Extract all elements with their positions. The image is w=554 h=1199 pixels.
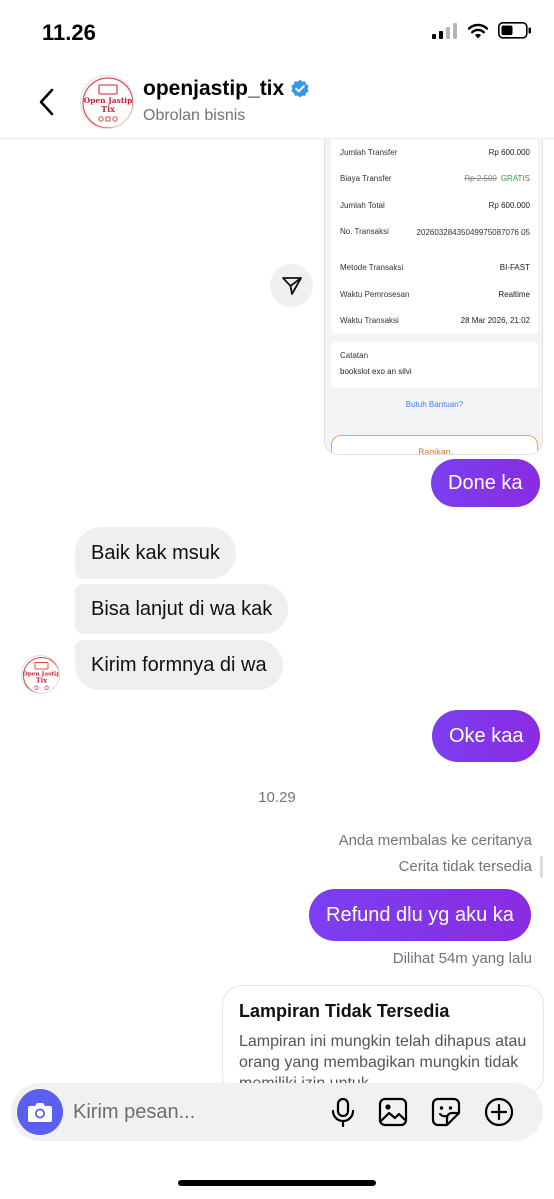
receipt-label: Waktu Transaksi [340, 316, 399, 325]
message-text: Done ka [448, 472, 523, 494]
chat-subtitle: Obrolan bisnis [143, 107, 246, 124]
receipt-label: Jumlah Transfer [340, 148, 398, 157]
message-bubble-incoming[interactable]: Kirim formnya di wa [75, 640, 283, 690]
back-button[interactable] [30, 84, 66, 120]
transaction-id: 20260328435049975087076 05 [416, 228, 530, 237]
username-text: openjastip_tix [143, 77, 285, 100]
message-text: Oke kaa [449, 725, 524, 747]
chevron-left-icon [39, 88, 54, 116]
status-icons [432, 22, 532, 39]
receipt-label: No. Transaksi [340, 227, 389, 236]
verified-badge-icon [291, 79, 309, 98]
story-status: Cerita tidak tersedia [398, 858, 532, 875]
avatar[interactable]: Open Jastip Tix [80, 75, 134, 129]
svg-text:Tix: Tix [36, 677, 47, 685]
receipt-value: Rp 600.000 [488, 148, 530, 157]
send-arrow-icon [281, 276, 302, 295]
receipt-label: Biaya Transfer [340, 174, 392, 183]
receipt-value: Rp 2.500 GRATIS [464, 174, 530, 183]
camera-button[interactable] [17, 1089, 63, 1135]
message-composer [11, 1083, 543, 1141]
shared-receipt-image[interactable]: Jumlah Transfer Rp 600.000 Biaya Transfe… [324, 139, 543, 455]
sender-avatar[interactable]: Open Jastip Tix [21, 655, 60, 694]
seen-status: Dilihat 54m yang lalu [392, 950, 532, 967]
receipt-value: 28 Mar 2026, 21:02 [460, 316, 530, 325]
timestamp: 10.29 [258, 789, 296, 806]
receipt-details-card: Jumlah Transfer Rp 600.000 Biaya Transfe… [331, 139, 538, 334]
receipt-free-value: GRATIS [500, 174, 530, 183]
microphone-icon[interactable] [327, 1096, 359, 1128]
add-icon[interactable] [483, 1096, 515, 1128]
message-bubble-incoming[interactable]: Baik kak msuk [75, 527, 236, 579]
note-label: Catatan [340, 351, 369, 360]
receipt-label: Metode Transaksi [340, 263, 404, 272]
note-text: bookslot exo an silvi [340, 367, 412, 376]
message-bubble-outgoing[interactable]: Oke kaa [432, 710, 541, 762]
message-text: Kirim formnya di wa [91, 654, 267, 676]
message-bubble-outgoing[interactable]: Refund dlu yg aku ka [309, 889, 531, 941]
message-bubble-incoming[interactable]: Bisa lanjut di wa kak [75, 584, 289, 634]
openjastip-logo-icon: Open Jastip Tix [82, 77, 133, 128]
message-text: Baik kak msuk [91, 542, 220, 564]
chat-username[interactable]: openjastip_tix [143, 77, 310, 101]
receipt-note-card: Catatan bookslot exo an silvi [331, 342, 538, 388]
receipt-share-button: Bagikan [331, 435, 538, 455]
status-bar: 11.26 [0, 0, 554, 66]
message-text: Bisa lanjut di wa kak [91, 598, 273, 620]
message-input[interactable] [73, 1098, 293, 1126]
gallery-icon[interactable] [377, 1096, 409, 1128]
receipt-label: Waktu Pemrosesan [340, 290, 410, 299]
receipt-value: Rp 600.000 [488, 201, 530, 210]
message-text: Refund dlu yg aku ka [326, 904, 514, 926]
story-reply-label: Anda membalas ke ceritanya [338, 832, 532, 849]
receipt-label: Jumlah Total [340, 201, 385, 210]
attachment-title: Lampiran Tidak Tersedia [239, 1001, 450, 1021]
help-link: Butuh Bantuan? [405, 400, 464, 409]
message-bubble-outgoing[interactable]: Done ka [431, 459, 540, 507]
receipt-strike-value: Rp 2.500 [464, 174, 497, 183]
chat-header: Open Jastip Tix openjastip_tix Obrolan b… [0, 66, 554, 139]
sticker-icon[interactable] [430, 1096, 462, 1128]
receipt-value: BI-FAST [499, 263, 530, 272]
camera-icon [28, 1103, 52, 1122]
forward-button[interactable] [270, 264, 313, 307]
home-indicator [178, 1180, 376, 1186]
battery-icon [498, 22, 531, 39]
receipt-value: Realtime [498, 290, 530, 299]
svg-text:Tix: Tix [101, 104, 115, 114]
share-label: Bagikan [418, 447, 451, 455]
openjastip-logo-icon: Open Jastip Tix [23, 656, 59, 693]
receipt-row: No. Transaksi 20260328435049975087076 05 [340, 227, 530, 251]
status-time: 11.26 [42, 20, 96, 45]
wifi-icon [467, 23, 489, 38]
unavailable-attachment-card[interactable]: Lampiran Tidak Tersedia Lampiran ini mun… [222, 985, 544, 1095]
story-reply-line [540, 856, 543, 878]
cellular-signal-icon [432, 22, 457, 39]
